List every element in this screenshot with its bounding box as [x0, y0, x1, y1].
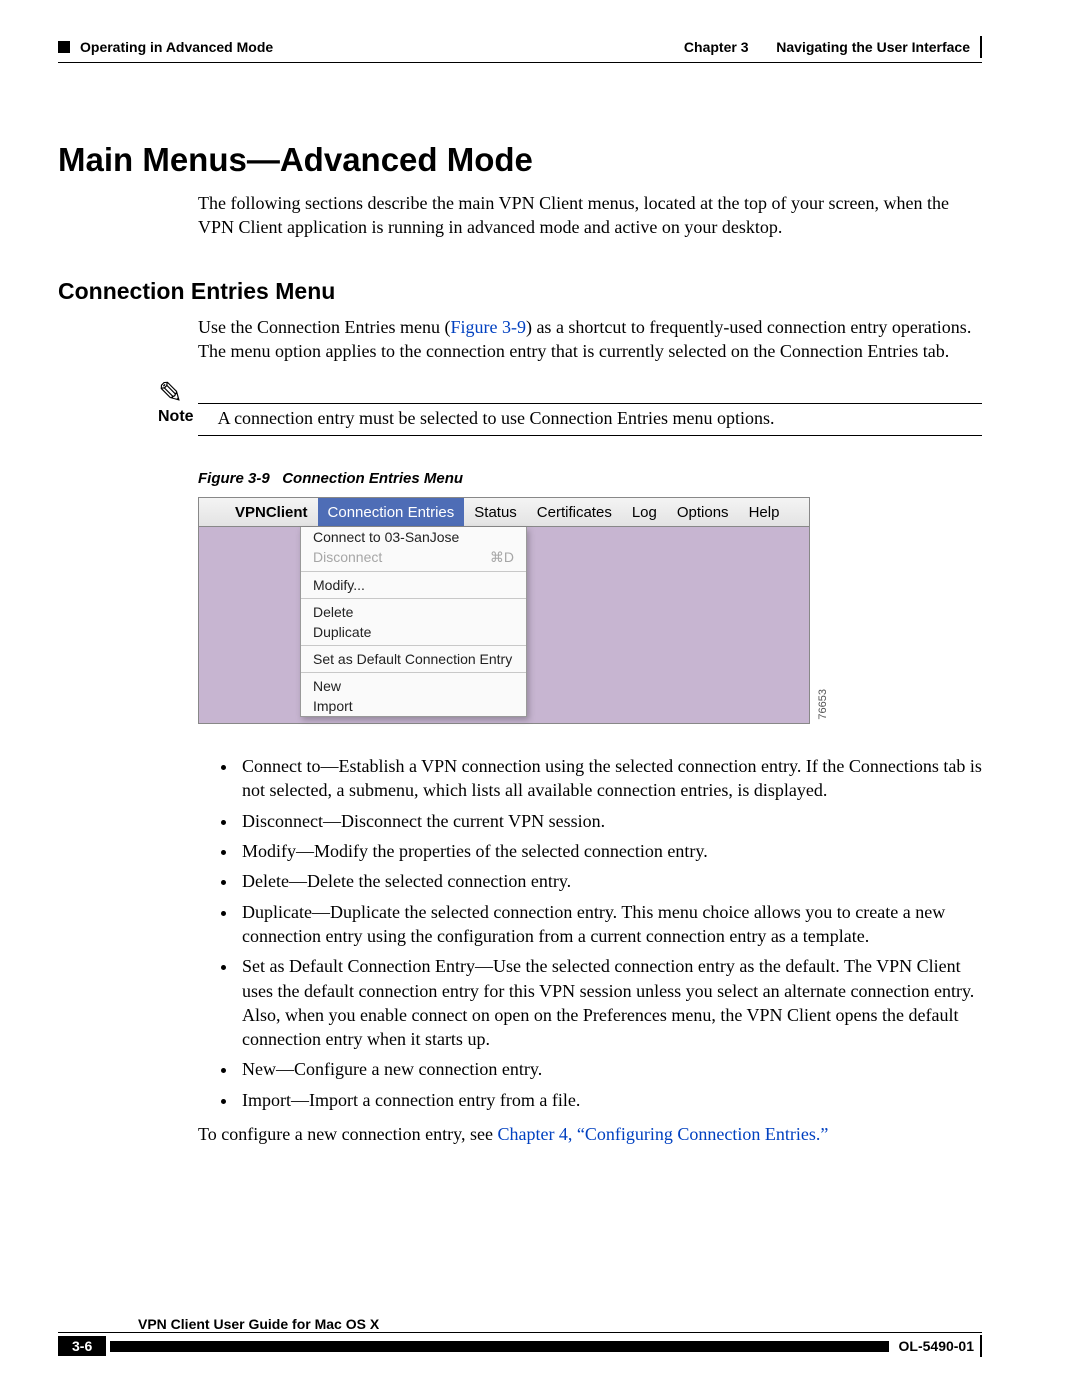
header-bar: [980, 36, 982, 58]
closing-text: To configure a new connection entry, see: [198, 1124, 497, 1144]
menu-help[interactable]: Help: [739, 498, 790, 526]
menu-item-modify[interactable]: Modify...: [301, 575, 526, 595]
page-title: Main Menus—Advanced Mode: [58, 141, 982, 179]
menu-item-connect[interactable]: Connect to 03-SanJose: [301, 527, 526, 547]
menu-certificates[interactable]: Certificates: [527, 498, 622, 526]
figure-caption-text: Connection Entries Menu: [282, 470, 463, 487]
note-icon: ✎: [158, 385, 982, 403]
menu-item-delete[interactable]: Delete: [301, 602, 526, 622]
section-paragraph-a: Use the Connection Entries menu (: [198, 317, 450, 337]
menu-connection-entries[interactable]: Connection Entries: [318, 498, 465, 526]
menu-item-disconnect: Disconnect ⌘D: [301, 547, 526, 568]
menu-log[interactable]: Log: [622, 498, 667, 526]
running-header: Operating in Advanced Mode Chapter 3 Nav…: [58, 36, 982, 58]
note-block: ✎ Note A connection entry must be select…: [158, 385, 982, 436]
header-rule: [58, 62, 982, 63]
figure-caption-num: Figure 3-9: [198, 470, 270, 487]
header-marker: [58, 41, 70, 53]
menu-options[interactable]: Options: [667, 498, 739, 526]
menu-item-new[interactable]: New: [301, 676, 526, 696]
apple-menu-icon[interactable]: [199, 498, 225, 526]
footer-end-bar: [980, 1335, 982, 1357]
note-text: A connection entry must be selected to u…: [218, 408, 982, 429]
figure-id: 76653: [817, 689, 829, 720]
intro-paragraph: The following sections describe the main…: [198, 191, 982, 240]
list-item: Connect to—Establish a VPN connection us…: [238, 754, 982, 803]
section-heading: Connection Entries Menu: [58, 278, 982, 305]
footer-guide-title: VPN Client User Guide for Mac OS X: [138, 1316, 379, 1332]
list-item: Duplicate—Duplicate the selected connect…: [238, 900, 982, 949]
figure-reference-link[interactable]: Figure 3-9: [450, 317, 526, 337]
menu-item-duplicate[interactable]: Duplicate: [301, 622, 526, 642]
shortcut-disconnect: ⌘D: [490, 549, 514, 566]
list-item: New—Configure a new connection entry.: [238, 1057, 982, 1081]
list-item: Import—Import a connection entry from a …: [238, 1088, 982, 1112]
menubar: VPNClient Connection Entries Status Cert…: [199, 498, 809, 526]
description-list: Connect to—Establish a VPN connection us…: [218, 754, 982, 1112]
header-section: Operating in Advanced Mode: [80, 39, 273, 55]
doc-id: OL-5490-01: [899, 1338, 974, 1354]
menu-item-set-default[interactable]: Set as Default Connection Entry: [301, 649, 526, 669]
header-chapter-title: Navigating the User Interface: [776, 39, 970, 55]
closing-paragraph: To configure a new connection entry, see…: [198, 1122, 982, 1146]
menu-item-import[interactable]: Import: [301, 696, 526, 716]
section-paragraph: Use the Connection Entries menu (Figure …: [198, 315, 982, 364]
page-number: 3-6: [58, 1336, 106, 1356]
list-item: Modify—Modify the properties of the sele…: [238, 839, 982, 863]
menu-status[interactable]: Status: [464, 498, 527, 526]
list-item: Delete—Delete the selected connection en…: [238, 869, 982, 893]
running-footer: VPN Client User Guide for Mac OS X 3-6 O…: [58, 1313, 982, 1357]
list-item: Disconnect—Disconnect the current VPN se…: [238, 809, 982, 833]
footer-bar: [110, 1341, 888, 1352]
header-chapter-num: Chapter 3: [684, 39, 749, 55]
figure-caption: Figure 3-9 Connection Entries Menu: [198, 470, 982, 487]
note-label: Note: [158, 408, 194, 426]
list-item: Set as Default Connection Entry—Use the …: [238, 954, 982, 1051]
app-menu[interactable]: VPNClient: [225, 498, 318, 526]
figure-screenshot: VPNClient Connection Entries Status Cert…: [198, 497, 810, 724]
connection-entries-dropdown: Connect to 03-SanJose Disconnect ⌘D Modi…: [300, 527, 527, 717]
chapter-link[interactable]: Chapter 4, “Configuring Connection Entri…: [497, 1124, 828, 1144]
